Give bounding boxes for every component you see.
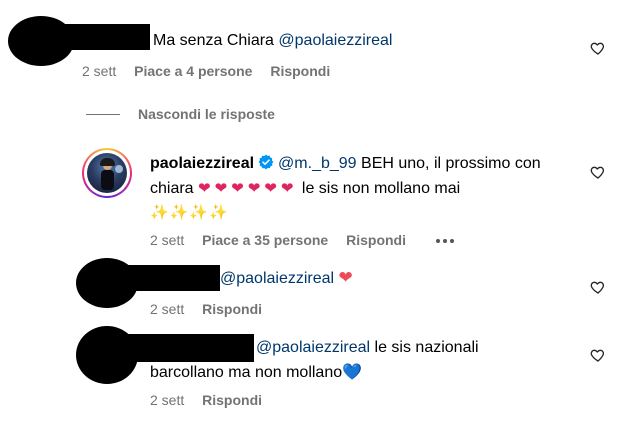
more-options-icon[interactable] (435, 231, 457, 249)
reply-body: le sis non mollano mai (301, 180, 461, 197)
reply-text-line1: paolaiezzireal @m._b_99 BEH uno, il pross… (150, 152, 541, 176)
reply-text-line2: barcollano ma non mollano💙 (150, 360, 362, 385)
reply-body: barcollano ma non mollano (150, 364, 343, 381)
comment-text: Ma senza Chiara @paolaiezzireal (153, 29, 392, 53)
reply-text-line3: ✨✨✨✨ (150, 200, 229, 225)
mention-link[interactable]: @paolaiezzireal (278, 32, 392, 49)
likes-count[interactable]: Piace a 35 persone (202, 232, 328, 248)
avatar (87, 153, 127, 193)
reply-meta: 2 sett Rispondi (150, 300, 262, 318)
reply-text-line2: chiara ❤❤❤❤❤❤ le sis non mollano mai (150, 176, 460, 201)
heart-outline-icon[interactable] (590, 40, 606, 56)
divider (86, 114, 120, 115)
redacted-username (128, 265, 220, 291)
verified-badge-icon (258, 154, 274, 170)
reply-meta: 2 sett Rispondi (150, 391, 262, 409)
reply-text-line1: @paolaiezzireal le sis nazionali (256, 336, 479, 360)
likes-count[interactable]: Piace a 4 persone (134, 63, 252, 79)
avatar-story-ring[interactable] (82, 148, 132, 198)
username[interactable]: paolaiezzireal (150, 155, 254, 172)
mention-link[interactable]: @m._b_99 (278, 155, 357, 172)
timestamp[interactable]: 2 sett (150, 301, 184, 317)
reply-body: le sis nazionali (374, 339, 479, 356)
reply-body: chiara (150, 180, 194, 197)
redacted-username (62, 24, 150, 50)
reply-button[interactable]: Rispondi (202, 392, 262, 408)
reply-body: BEH uno, il prossimo con (361, 155, 541, 172)
reply-text: @paolaiezzireal ❤ (220, 266, 353, 291)
blue-heart-emoji: 💙 (342, 362, 363, 381)
reply-button[interactable]: Rispondi (202, 301, 262, 317)
timestamp[interactable]: 2 sett (150, 232, 184, 248)
mention-link[interactable]: @paolaiezzireal (220, 270, 334, 287)
timestamp[interactable]: 2 sett (82, 63, 116, 79)
heart-outline-icon[interactable] (590, 164, 606, 180)
heart-on-fire-emoji: ❤❤❤❤❤❤ (198, 179, 298, 197)
reply-button[interactable]: Rispondi (346, 232, 406, 248)
red-heart-emoji: ❤ (338, 268, 353, 288)
redacted-username (128, 334, 254, 362)
timestamp[interactable]: 2 sett (150, 392, 184, 408)
sparkles-emoji: ✨✨✨✨ (150, 203, 229, 221)
reply-button[interactable]: Rispondi (270, 63, 330, 79)
mention-link[interactable]: @paolaiezzireal (256, 339, 370, 356)
heart-outline-icon[interactable] (590, 279, 606, 295)
comment-meta: 2 sett Piace a 4 persone Rispondi (82, 62, 330, 80)
hide-replies-button[interactable]: Nascondi le risposte (138, 105, 275, 123)
hide-replies-label: Nascondi le risposte (138, 106, 275, 122)
comment-body: Ma senza Chiara (153, 32, 274, 49)
heart-outline-icon[interactable] (590, 347, 606, 363)
reply-meta: 2 sett Piace a 35 persone Rispondi (150, 231, 457, 249)
